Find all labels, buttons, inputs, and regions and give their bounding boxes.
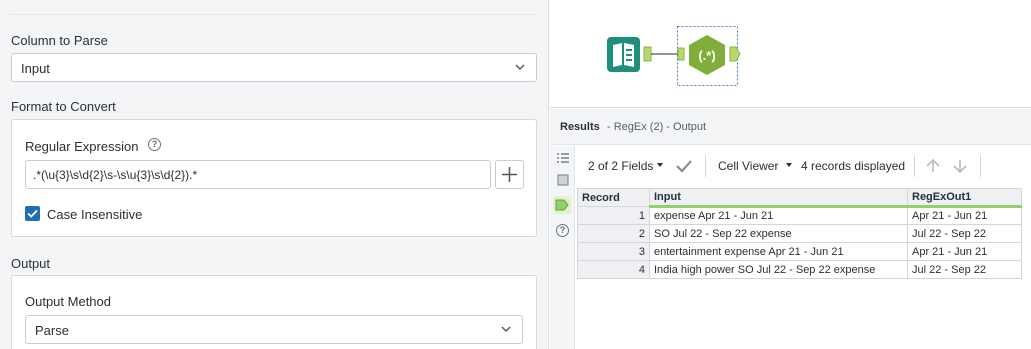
results-side-toolbar: ? — [550, 146, 575, 349]
divider — [980, 155, 981, 177]
cell-viewer-dropdown[interactable]: Cell Viewer — [718, 159, 778, 173]
column-to-parse-value: Input — [21, 61, 50, 76]
results-table: Record Input RegExOut1 1 expense Apr 21 … — [577, 188, 1022, 279]
divider — [705, 155, 706, 177]
column-header-record[interactable]: Record — [577, 188, 650, 207]
output-card: Output Method Parse — [11, 275, 537, 349]
input-cell[interactable]: expense Apr 21 - Jun 21 — [649, 206, 908, 225]
regex-tool-label: (.*) — [698, 48, 715, 63]
check-icon — [27, 209, 38, 218]
results-toolbar: 2 of 2 Fields Cell Viewer 4 records disp… — [576, 146, 1031, 186]
configuration-panel: Column to Parse Input Format to Convert … — [0, 0, 549, 349]
workflow-canvas[interactable]: (.*) — [550, 0, 1031, 108]
regex-output-anchor[interactable] — [729, 46, 741, 62]
column-to-parse-title: Column to Parse — [11, 33, 108, 48]
record-cell: 3 — [577, 242, 650, 261]
arrow-up-icon[interactable] — [925, 158, 941, 174]
caret-down-icon — [657, 163, 663, 167]
regexout-cell[interactable]: Jul 22 - Sep 22 — [907, 260, 1022, 279]
table-row[interactable]: 4 India high power SO Jul 22 - Sep 22 ex… — [577, 260, 1022, 279]
input-anchor-icon[interactable] — [557, 174, 569, 186]
regexout-cell[interactable]: Apr 21 - Jun 21 — [907, 206, 1022, 225]
input-cell[interactable]: India high power SO Jul 22 - Sep 22 expe… — [649, 260, 908, 279]
insert-token-button[interactable] — [495, 160, 524, 189]
output-method-value: Parse — [35, 323, 69, 338]
chevron-down-icon — [501, 326, 511, 332]
input-data-tool-icon[interactable] — [607, 37, 640, 72]
table-row[interactable]: 3 entertainment expense Apr 21 - Jun 21 … — [577, 242, 1022, 261]
records-count: 4 records displayed — [801, 159, 906, 173]
column-header-input[interactable]: Input — [649, 188, 908, 208]
results-header: Results - RegEx (2) - Output — [550, 109, 1031, 145]
output-title: Output — [11, 256, 51, 271]
caret-down-icon — [786, 163, 792, 167]
results-panel: Results - RegEx (2) - Output ? 2 of 2 Fi… — [550, 109, 1031, 349]
divider — [10, 14, 538, 15]
table-row[interactable]: 2 SO Jul 22 - Sep 22 expense Jul 22 - Se… — [577, 224, 1022, 243]
column-header-regexout1[interactable]: RegExOut1 — [907, 188, 1022, 208]
input-cell[interactable]: SO Jul 22 - Sep 22 expense — [649, 224, 908, 243]
chevron-down-icon — [515, 64, 525, 70]
record-cell: 2 — [577, 224, 650, 243]
input-anchor[interactable] — [677, 47, 685, 61]
regex-tool-icon[interactable]: (.*) — [689, 35, 725, 75]
input-cell[interactable]: entertainment expense Apr 21 - Jun 21 — [649, 242, 908, 261]
case-insensitive-label: Case Insensitive — [47, 207, 143, 222]
divider — [914, 155, 915, 177]
record-cell: 1 — [577, 206, 650, 225]
regular-expression-label: Regular Expression — [25, 139, 139, 154]
check-icon[interactable] — [676, 159, 692, 173]
output-method-label: Output Method — [25, 294, 111, 309]
format-card: Regular Expression ? .*(\u{3}\s\d{2}\s-\… — [11, 119, 537, 237]
results-title: Results — [560, 121, 600, 133]
regular-expression-value: .*(\u{3}\s\d{2}\s-\s\u{3}\s\d{2}).* — [33, 168, 198, 182]
help-icon[interactable]: ? — [148, 138, 161, 151]
results-subtitle: - RegEx (2) - Output — [607, 121, 707, 133]
output-anchor-tab[interactable] — [553, 196, 571, 214]
regular-expression-input[interactable]: .*(\u{3}\s\d{2}\s-\s\u{3}\s\d{2}).* — [25, 160, 491, 189]
record-cell: 4 — [577, 260, 650, 279]
column-to-parse-select[interactable]: Input — [11, 53, 537, 82]
list-icon[interactable] — [556, 152, 570, 164]
output-anchor-icon — [555, 199, 569, 211]
arrow-down-icon[interactable] — [952, 158, 968, 174]
workflow-graphics: (.*) — [607, 26, 741, 86]
table-header-row: Record Input RegExOut1 — [577, 188, 1022, 208]
regexout-cell[interactable]: Jul 22 - Sep 22 — [907, 224, 1022, 243]
help-icon[interactable]: ? — [556, 224, 569, 237]
fields-dropdown[interactable]: 2 of 2 Fields — [588, 159, 653, 173]
table-row[interactable]: 1 expense Apr 21 - Jun 21 Apr 21 - Jun 2… — [577, 206, 1022, 225]
format-to-convert-title: Format to Convert — [11, 99, 116, 114]
output-method-select[interactable]: Parse — [25, 315, 523, 344]
regexout-cell[interactable]: Apr 21 - Jun 21 — [907, 242, 1022, 261]
plus-icon — [502, 167, 517, 182]
output-anchor[interactable] — [643, 46, 652, 62]
case-insensitive-checkbox[interactable] — [25, 206, 40, 221]
